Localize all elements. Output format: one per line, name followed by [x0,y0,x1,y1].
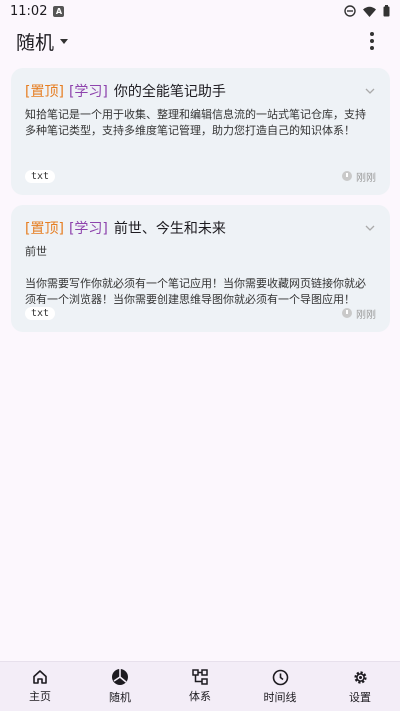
nav-label: 主页 [29,690,51,703]
note-time: 刚刚 [342,306,376,321]
note-card[interactable]: [置顶] [学习] 你的全能笔记助手 知拾笔记是一个用于收集、整理和编辑信息流的… [11,68,390,195]
dot [370,39,374,43]
note-title: 你的全能笔记助手 [113,84,226,100]
nav-label: 设置 [349,690,371,704]
status-bar: 11:02 A [0,0,400,22]
hierarchy-icon [192,669,208,685]
bottom-nav: 主页 随机 体系 时间线 设置 [0,661,400,711]
time-icon [342,171,352,181]
nav-item-timeline[interactable]: 时间线 [240,662,320,711]
app-bar: 随机 [0,26,400,56]
nav-label: 体系 [189,690,211,703]
note-header: [置顶] [学习] 你的全能笔记助手 [25,82,376,100]
nav-item-system[interactable]: 体系 [160,662,240,711]
view-selector[interactable]: 随机 [16,28,54,55]
note-footer: txt 刚刚 [25,167,376,185]
note-title: 前世、今生和未来 [113,221,226,237]
category-tag: [学习] [68,221,108,237]
time-icon [342,308,352,318]
nav-label: 时间线 [263,690,297,704]
wifi-icon [363,6,376,17]
clock-icon [272,669,288,685]
dot [370,32,374,36]
note-time-label: 刚刚 [356,172,376,184]
status-icons [344,5,390,17]
note-card[interactable]: [置顶] [学习] 前世、今生和未来 前世 当你需要写作你就必须有一个笔记应用！… [11,205,390,332]
battery-icon [383,5,390,17]
note-type-chip: txt [25,169,56,183]
dropdown-caret-icon[interactable] [60,38,69,44]
shuffle-icon [112,669,128,685]
more-menu-button[interactable] [360,26,384,56]
nav-item-random[interactable]: 随机 [80,662,160,711]
pinned-tag: [置顶] [25,221,64,237]
note-time-label: 刚刚 [356,309,376,321]
do-not-disturb-icon [344,5,356,17]
note-body: 知拾笔记是一个用于收集、整理和编辑信息流的一站式笔记仓库，支持多种笔记类型，支持… [25,108,366,137]
note-footer: txt 刚刚 [25,304,376,322]
expand-chevron-icon[interactable] [364,223,376,233]
nav-item-home[interactable]: 主页 [0,662,80,711]
dot [370,46,374,50]
note-body: 前世 当你需要写作你就必须有一个笔记应用！当你需要收藏网页链接你就必须有一个浏览… [25,245,366,304]
expand-chevron-icon[interactable] [364,86,376,96]
category-tag: [学习] [68,84,108,100]
pinned-tag: [置顶] [25,84,64,100]
home-icon [33,670,47,684]
nav-item-settings[interactable]: 设置 [320,662,400,711]
note-type-chip: txt [25,306,56,320]
gear-icon [353,670,367,684]
nav-label: 随机 [109,691,131,704]
note-time: 刚刚 [342,169,376,184]
status-time: 11:02 [10,3,48,19]
notification-icon: A [53,5,65,17]
note-header: [置顶] [学习] 前世、今生和未来 [25,219,376,237]
